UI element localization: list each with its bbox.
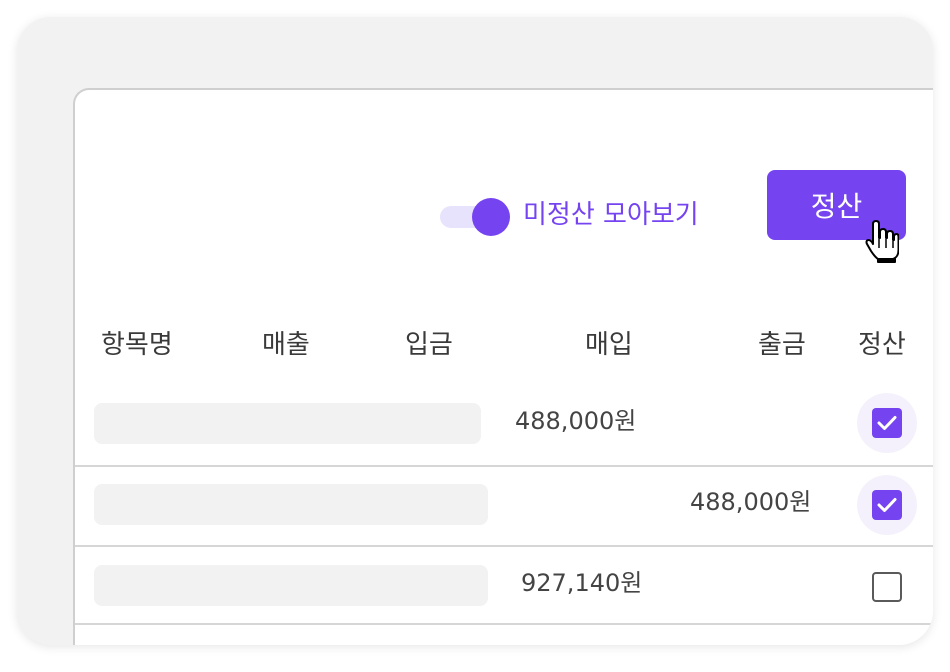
item-name-placeholder: [94, 484, 488, 525]
row-divider: [75, 545, 933, 547]
check-icon: [877, 498, 897, 512]
hand-pointer-icon: [865, 220, 899, 263]
screenshot-frame: 미정산 모아보기 정산 항목명 매출 입금 매입 출금 정산 488,000원: [17, 17, 933, 645]
item-name-placeholder: [94, 565, 488, 606]
header-deposit: 입금: [405, 330, 453, 360]
purchase-amount: 488,000원: [515, 407, 637, 435]
header-settlement: 정산: [858, 330, 906, 360]
withdrawal-amount: 488,000원: [690, 488, 812, 516]
item-name-placeholder: [94, 403, 481, 444]
settlement-panel: 미정산 모아보기 정산 항목명 매출 입금 매입 출금 정산 488,000원: [73, 88, 933, 645]
toggle-label[interactable]: 미정산 모아보기: [523, 197, 699, 233]
check-icon: [877, 416, 897, 430]
row-divider: [75, 623, 933, 625]
purchase-amount: 927,140원: [521, 569, 643, 597]
toggle-knob: [472, 198, 510, 236]
header-item-name: 항목명: [101, 330, 173, 360]
unsettled-toggle[interactable]: [440, 196, 512, 236]
settled-checkbox[interactable]: [872, 408, 902, 438]
header-sales: 매출: [262, 330, 310, 360]
settled-checkbox[interactable]: [872, 572, 902, 602]
row-divider: [75, 465, 933, 467]
header-purchase: 매입: [585, 330, 633, 360]
header-withdrawal: 출금: [758, 330, 806, 360]
settled-checkbox[interactable]: [872, 490, 902, 520]
